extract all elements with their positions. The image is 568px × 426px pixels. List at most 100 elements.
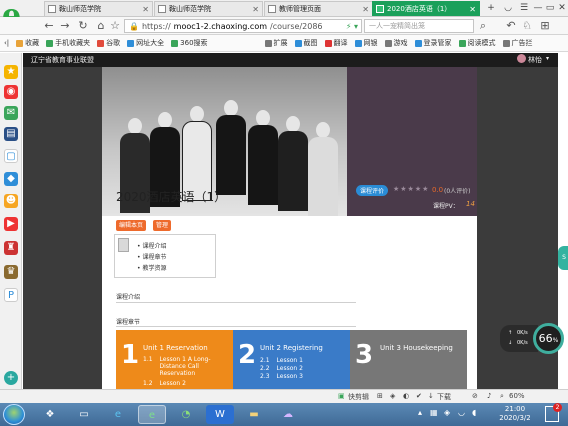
undo-icon[interactable]: ↶ — [504, 18, 518, 34]
app-icon[interactable]: ♜ — [4, 241, 18, 255]
tab-1[interactable]: 鞍山师范学院 ✕ — [44, 1, 153, 16]
close-window-button[interactable]: ✕ — [554, 1, 568, 16]
ie-browser-icon[interactable]: e — [104, 405, 132, 424]
toolbar-item[interactable]: 阅读模式 — [458, 38, 496, 48]
blocked-icon[interactable]: ⊘ — [472, 392, 478, 400]
lesson-link[interactable]: 1.1 Lesson 1 A Long-Distance Call Reserva… — [143, 356, 224, 377]
unit-card-2[interactable]: 2 Unit 2 Registering 2.1 Lesson 1 2.2 Less… — [233, 330, 350, 389]
360-browser-icon[interactable]: e — [138, 405, 166, 424]
memory-gauge[interactable]: 66% — [533, 323, 564, 354]
shield-icon[interactable]: ◈ — [390, 392, 395, 400]
quick-clip-label[interactable]: 快剪辑 — [348, 392, 369, 402]
toc-link-resources[interactable]: • 教学资源 — [137, 263, 166, 272]
toolbar-item[interactable]: 游戏 — [384, 38, 408, 48]
apps-grid-icon[interactable]: ⊞ — [538, 18, 552, 34]
download-label[interactable]: 下载 — [437, 392, 451, 402]
tray-volume-icon[interactable]: ◖ — [472, 408, 476, 417]
p-app-icon[interactable]: P — [4, 288, 18, 302]
edit-page-button[interactable]: 编辑本页 — [116, 220, 147, 231]
refresh-icon[interactable]: ↻ — [76, 18, 90, 34]
unit-title[interactable]: Unit 3 Housekeeping — [380, 344, 453, 352]
weibo-icon[interactable]: ◉ — [4, 85, 18, 99]
new-tab-button[interactable]: + — [483, 1, 499, 16]
side-float-button[interactable]: S — [558, 246, 568, 270]
unit-card-3[interactable]: 3 Unit 3 Housekeeping — [350, 330, 467, 389]
speaker-icon[interactable]: ◐ — [403, 392, 409, 400]
zoom-icon[interactable]: ⌕ — [500, 392, 504, 401]
toolbar-item[interactable]: 广告拦 — [502, 38, 533, 48]
username[interactable]: 林怡 — [528, 55, 542, 65]
toolbar-item[interactable]: 登录管家 — [414, 38, 452, 48]
wechat-icon[interactable]: ◔ — [172, 405, 200, 424]
rating-stars[interactable]: ★★★★★ — [393, 185, 429, 193]
lesson-link[interactable]: 1.2 Lesson 2 — [143, 380, 186, 387]
bookmark-item[interactable]: 手机收藏夹 — [46, 38, 90, 48]
toc-link-chapters[interactable]: • 课程章节 — [137, 252, 166, 261]
unit-card-1[interactable]: 1 Unit 1 Reservation 1.1 Lesson 1 A Long-… — [116, 330, 233, 389]
bookmark-item[interactable]: 网址大全 — [127, 38, 164, 48]
bookmarks-collapse-icon[interactable]: ‹| — [4, 39, 9, 47]
tab-2[interactable]: 鞍山师范学院 ✕ — [154, 1, 263, 16]
lesson-link[interactable]: 2.2 Lesson 2 — [260, 365, 303, 372]
add-sidebar-icon[interactable]: + — [4, 371, 18, 385]
address-actions-icon[interactable]: ⚡ ▾ — [346, 22, 361, 31]
toc-link-intro[interactable]: • 课程介绍 — [137, 241, 166, 250]
back-icon[interactable]: ← — [42, 18, 56, 34]
cloud-app-icon[interactable]: ☁ — [274, 405, 302, 424]
toolbar-item[interactable]: 翻译 — [324, 38, 348, 48]
tab-close-icon[interactable]: ✕ — [362, 5, 369, 14]
unit-title[interactable]: Unit 2 Registering — [260, 344, 323, 352]
windows-explorer-icon[interactable]: ❖ — [36, 405, 64, 424]
lesson-link[interactable]: 2.1 Lesson 1 — [260, 357, 303, 364]
wps-icon[interactable]: W — [206, 405, 234, 424]
chat-icon[interactable]: ◆ — [4, 172, 18, 186]
bookmark-item[interactable]: 360搜索 — [171, 38, 208, 48]
video-icon[interactable]: ▶ — [4, 217, 18, 231]
download-icon[interactable]: ↓ — [428, 392, 434, 400]
manage-button[interactable]: 管理 — [153, 220, 172, 231]
tab-close-icon[interactable]: ✕ — [252, 5, 259, 14]
unit-title[interactable]: Unit 1 Reservation — [143, 344, 208, 352]
skin-button[interactable]: ◡ — [500, 1, 516, 16]
bookmark-item[interactable]: 谷歌 — [97, 38, 120, 48]
bookmark-item[interactable]: 收藏 — [16, 38, 39, 48]
search-icon[interactable]: ⌕ — [476, 18, 490, 34]
search-input[interactable]: 一人一宠精简出笼 — [364, 19, 474, 33]
course-evaluation-button[interactable]: 课程评价 — [356, 185, 389, 196]
tab-4-active[interactable]: 2020酒店英语（1） ✕ — [372, 1, 480, 16]
home-icon[interactable]: ⌂ — [94, 18, 108, 34]
bookmark-star-icon[interactable]: ☆ — [108, 18, 122, 34]
mail-icon[interactable]: ✉ — [4, 106, 18, 120]
tray-icon[interactable]: ▴ — [418, 408, 422, 417]
toolbar-item[interactable]: 扩展 — [264, 38, 288, 48]
clock[interactable]: 21:00 2020/3/2 — [494, 405, 536, 423]
kingdom-game-icon[interactable]: ♛ — [4, 265, 18, 279]
start-button-icon[interactable] — [3, 404, 25, 425]
tab-title: 教师管理页面 — [279, 5, 321, 13]
address-bar[interactable]: 🔒 https://mooc1-2.chaoxing.com/course/20… — [124, 19, 362, 33]
quick-clip-icon[interactable]: ▣ — [338, 392, 345, 400]
check-icon[interactable]: ✔ — [416, 392, 422, 400]
document-icon[interactable]: ▢ — [4, 149, 18, 163]
toolbar-item[interactable]: 截图 — [294, 38, 318, 48]
folder-icon[interactable]: ▬ — [240, 405, 268, 424]
lesson-link[interactable]: 2.3 Lesson 3 — [260, 373, 303, 380]
tab-3[interactable]: 教师管理页面 ✕ — [264, 1, 373, 16]
news-icon[interactable]: ▤ — [4, 127, 18, 141]
zoom-level[interactable]: 60% — [509, 392, 525, 400]
favorites-star-icon[interactable]: ★ — [4, 65, 18, 79]
tab-close-icon[interactable]: ✕ — [142, 5, 149, 14]
game-character-icon[interactable]: ☻ — [4, 194, 18, 208]
file-explorer-icon[interactable]: ▭ — [70, 405, 98, 424]
tab-close-icon[interactable]: ✕ — [469, 5, 476, 14]
tray-wifi-icon[interactable]: ◡ — [458, 408, 465, 417]
user-icon[interactable]: ♘ — [520, 18, 534, 34]
tray-network-icon[interactable]: ▦ — [430, 408, 438, 417]
grid-icon[interactable]: ⊞ — [377, 392, 383, 400]
sound-icon[interactable]: ♪ — [487, 392, 491, 400]
toolbar-item[interactable]: 网银 — [354, 38, 378, 48]
tray-security-icon[interactable]: ◈ — [444, 408, 450, 417]
forward-icon[interactable]: → — [58, 18, 72, 34]
avatar[interactable] — [517, 54, 526, 63]
user-menu-caret-icon[interactable]: ▾ — [546, 55, 549, 62]
